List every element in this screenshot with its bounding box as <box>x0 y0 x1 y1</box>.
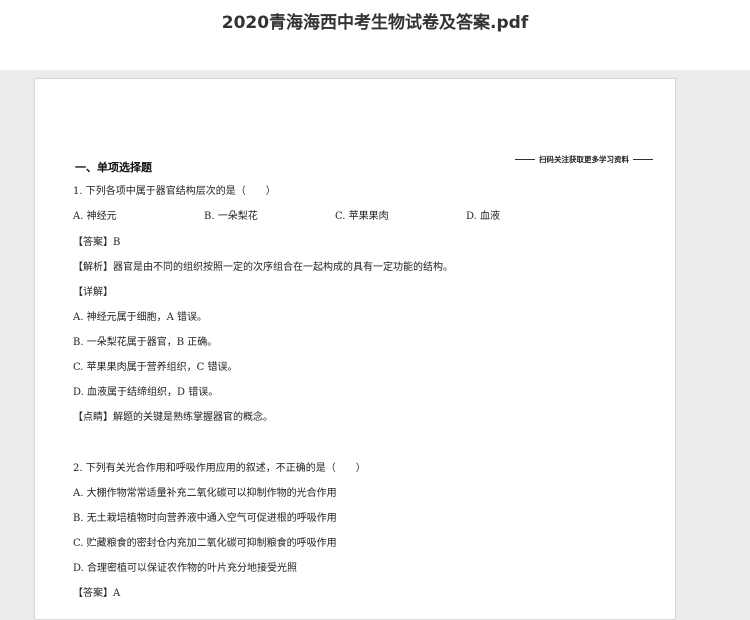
question-1-detail-a: A. 神经元属于细胞，A 错误。 <box>73 312 207 323</box>
question-1-detail-c: C. 苹果果肉属于营养组织，C 错误。 <box>73 362 238 373</box>
question-2-option-c: C. 贮藏粮食的密封仓内充加二氧化碳可抑制粮食的呼吸作用 <box>73 538 337 549</box>
question-1-detail-d: D. 血液属于结缔组织，D 错误。 <box>73 387 219 398</box>
question-1-comment: 【点睛】解题的关键是熟练掌握器官的概念。 <box>73 412 273 423</box>
title-bar: 2020青海海西中考生物试卷及答案.pdf <box>0 0 750 70</box>
question-1-option-d: D. 血液 <box>466 211 501 222</box>
note-rule-left <box>515 159 535 160</box>
qr-note: 扫码关注获取更多学习资料 <box>511 154 657 165</box>
section-heading: 一、单项选择题 <box>75 161 152 174</box>
question-1-option-c: C. 苹果果肉 <box>335 211 389 222</box>
question-1-detail-b: B. 一朵梨花属于器官，B 正确。 <box>73 337 218 348</box>
document-title: 2020青海海西中考生物试卷及答案.pdf <box>221 13 529 33</box>
question-2-answer: 【答案】A <box>73 588 121 599</box>
note-rule-right <box>633 159 653 160</box>
question-2-option-b: B. 无土栽培植物时向营养液中通入空气可促进根的呼吸作用 <box>73 513 337 524</box>
pdf-page: 扫码关注获取更多学习资料 一、单项选择题 1. 下列各项中属于器官结构层次的是（… <box>34 78 676 620</box>
question-2-stem: 2. 下列有关光合作用和呼吸作用应用的叙述，不正确的是（ ） <box>73 463 366 474</box>
question-1-option-b: B. 一朵梨花 <box>204 211 258 222</box>
question-1-option-a: A. 神经元 <box>73 211 117 222</box>
question-1-analysis: 【解析】器官是由不同的组织按照一定的次序组合在一起构成的具有一定功能的结构。 <box>73 262 453 273</box>
question-1-answer: 【答案】B <box>73 237 121 248</box>
question-1-stem: 1. 下列各项中属于器官结构层次的是（ ） <box>73 186 276 197</box>
question-2-option-a: A. 大棚作物常常适量补充二氧化碳可以抑制作物的光合作用 <box>73 488 337 499</box>
qr-note-text: 扫码关注获取更多学习资料 <box>539 155 629 164</box>
question-1-detail-label: 【详解】 <box>73 287 113 298</box>
question-2-option-d: D. 合理密植可以保证农作物的叶片充分地接受光照 <box>73 563 298 574</box>
